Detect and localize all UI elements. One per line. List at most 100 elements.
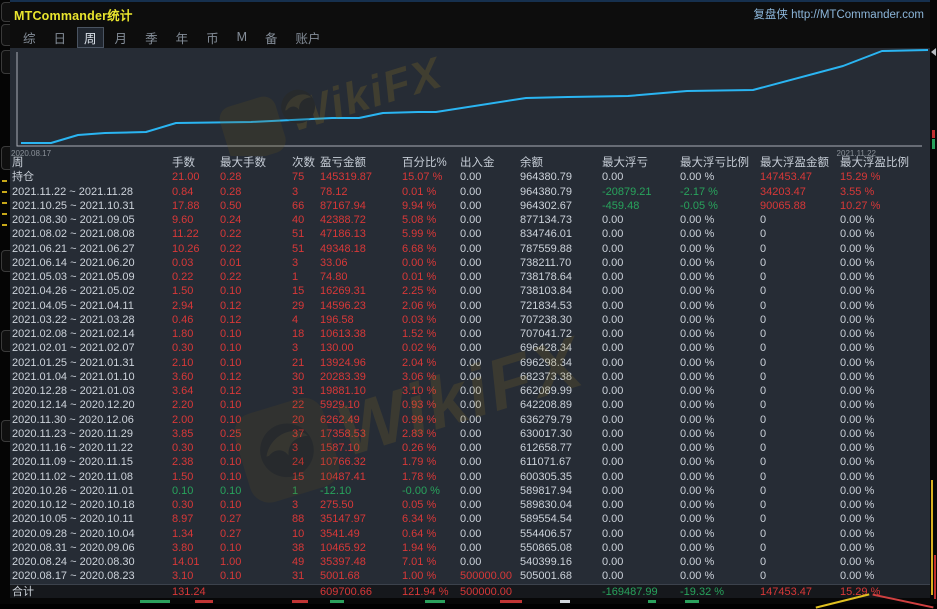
cell: 1.52 % [400,327,458,341]
table-row[interactable]: 2020.10.26 ~ 2020.11.010.100.101-12.10-0… [10,484,930,498]
table-row[interactable]: 2020.08.24 ~ 2020.08.3014.011.004935397.… [10,555,930,569]
cell: 10613.38 [318,327,400,341]
cell: 90065.88 [758,199,838,213]
menu-item-4[interactable]: 月 [108,27,135,48]
cell: 3 [290,256,318,270]
cell: 0.00 % [678,170,758,184]
menu-item-9[interactable]: 备 [258,27,285,48]
cell: 0.00 [600,284,678,298]
table-row[interactable]: 2021.10.25 ~ 2021.10.3117.880.506687167.… [10,199,930,213]
equity-curve-svg [10,48,930,156]
cell: 0.00 [458,527,518,541]
cell: 37 [290,427,318,441]
mtcommander-window: MTCommander统计 复盘侠 http://MTCommander.com… [10,0,931,598]
cell: 21 [290,356,318,370]
table-row[interactable]: 2021.06.21 ~ 2021.06.2710.260.225149348.… [10,242,930,256]
cell: 0.03 % [400,313,458,327]
table-row[interactable]: 2021.04.26 ~ 2021.05.021.500.101516269.3… [10,284,930,298]
table-row[interactable]: 2021.02.08 ~ 2021.02.141.800.101810613.3… [10,327,930,341]
cell: 2.20 [170,398,218,412]
cell: 49348.18 [318,242,400,256]
cell: 0.27 [218,512,290,526]
cell: 131.24 [170,585,218,599]
table-row[interactable]: 2020.11.30 ~ 2020.12.062.000.10206262.49… [10,413,930,427]
menu-item-1[interactable]: 综 [16,27,43,48]
table-row[interactable]: 2020.11.09 ~ 2020.11.152.380.102410766.3… [10,455,930,469]
cell: 3.60 [170,370,218,384]
table-row[interactable]: 2021.02.01 ~ 2021.02.070.300.103130.000.… [10,341,930,355]
cell: 0.02 % [400,341,458,355]
table-row[interactable]: 2021.08.30 ~ 2021.09.059.600.244042388.7… [10,213,930,227]
table-row[interactable]: 2020.08.17 ~ 2020.08.233.100.10315001.68… [10,569,930,583]
table-row[interactable]: 2021.06.14 ~ 2021.06.200.030.01333.060.0… [10,256,930,270]
table-row[interactable]: 2021.01.04 ~ 2021.01.103.600.123020283.3… [10,370,930,384]
table-row[interactable]: 2020.11.16 ~ 2020.11.220.300.1031587.100… [10,441,930,455]
table-row[interactable]: 2020.12.28 ~ 2021.01.033.640.123119881.1… [10,384,930,398]
menu-item-8[interactable]: M [230,29,254,45]
table-row[interactable]: 2020.08.31 ~ 2020.09.063.800.103810465.9… [10,541,930,555]
cell: 0 [758,455,838,469]
menu-item-3[interactable]: 周 [77,27,104,48]
menu-item-10[interactable]: 账户 [289,27,328,48]
cell [290,585,318,599]
table-row[interactable]: 2020.11.23 ~ 2020.11.293.850.253717358.5… [10,427,930,441]
cell: 22 [290,398,318,412]
column-header: 最大手数 [218,156,290,170]
cell: 35397.48 [318,555,400,569]
cell: 2.25 % [400,284,458,298]
cell: 51 [290,242,318,256]
menu-item-7[interactable]: 币 [199,27,226,48]
cell: 611071.67 [518,455,600,469]
cell: 2020.08.24 ~ 2020.08.30 [10,555,170,569]
cell: 0.00 % [838,398,930,412]
cell: 0 [758,256,838,270]
cell: 0.10 [218,541,290,555]
cell: 0.00 % [838,284,930,298]
cell: 21.00 [170,170,218,184]
cell: 0.00 [458,356,518,370]
cell: 0.00 % [678,313,758,327]
table-row[interactable]: 2021.04.05 ~ 2021.04.112.940.122914596.2… [10,299,930,313]
cell: 0.00 [458,413,518,427]
cell: 0.00 [600,527,678,541]
cell: 505001.68 [518,569,600,583]
cell: 2020.09.28 ~ 2020.10.04 [10,527,170,541]
table-row[interactable]: 2021.11.22 ~ 2021.11.280.840.28378.120.0… [10,185,930,199]
cell: 0.00 [600,413,678,427]
cell: 0.00 % [838,455,930,469]
table-row[interactable]: 2020.10.12 ~ 2020.10.180.300.103275.500.… [10,498,930,512]
cell: 0 [758,484,838,498]
table-row[interactable]: 2020.09.28 ~ 2020.10.041.340.27103541.49… [10,527,930,541]
table-row[interactable]: 2021.01.25 ~ 2021.01.312.100.102113924.9… [10,356,930,370]
column-header: 手数 [170,156,218,170]
cell: 16269.31 [318,284,400,298]
menu-item-6[interactable]: 年 [169,27,196,48]
cell: 持仓 [10,170,170,184]
cell: 0.22 [218,270,290,284]
table-row[interactable]: 2021.03.22 ~ 2021.03.280.460.124196.580.… [10,313,930,327]
cell: 0 [758,370,838,384]
holding-row[interactable]: 持仓21.000.2875145319.8715.07 %0.00964380.… [10,170,930,184]
cell: -459.48 [600,199,678,213]
cell: 0.00 % [678,398,758,412]
cell: 0.00 % [678,284,758,298]
menu-item-2[interactable]: 日 [47,27,74,48]
cell: 1 [290,484,318,498]
cell: 0 [758,555,838,569]
cell: 0.00 [458,170,518,184]
cell: 40 [290,213,318,227]
menu-item-5[interactable]: 季 [138,27,165,48]
cell: 0.00 % [838,341,930,355]
cell: 500000.00 [458,569,518,583]
table-row[interactable]: 2020.10.05 ~ 2020.10.118.970.278835147.9… [10,512,930,526]
table-row[interactable]: 2021.05.03 ~ 2021.05.090.220.22174.800.0… [10,270,930,284]
cell: 0.00 [600,569,678,583]
cell: 0.00 [600,370,678,384]
cell: 38 [290,541,318,555]
table-row[interactable]: 2020.11.02 ~ 2020.11.081.500.101510487.4… [10,470,930,484]
brand-link[interactable]: 复盘侠 http://MTCommander.com [753,6,924,22]
cell: 0.12 [218,299,290,313]
cell: 0.00 [458,427,518,441]
table-row[interactable]: 2021.08.02 ~ 2021.08.0811.220.225147186.… [10,227,930,241]
table-row[interactable]: 2020.12.14 ~ 2020.12.202.200.10225929.10… [10,398,930,412]
